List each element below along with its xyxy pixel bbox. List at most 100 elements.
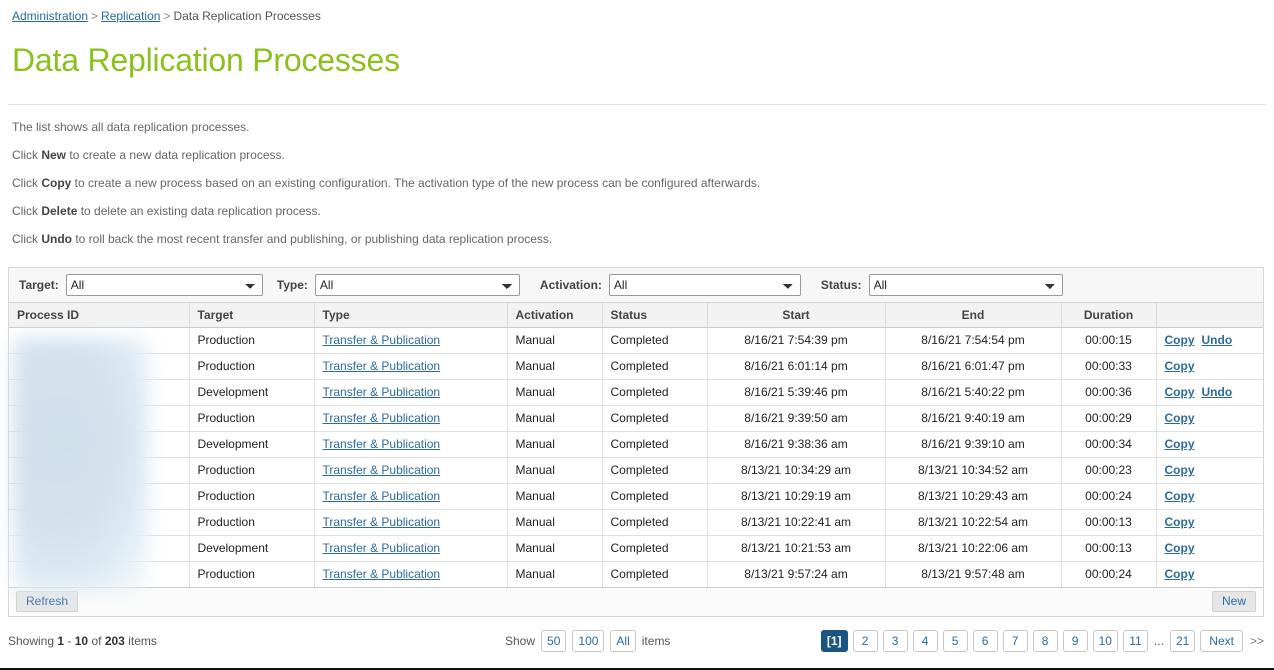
cell-process-id bbox=[9, 379, 190, 406]
filter-status-label: Status: bbox=[820, 278, 862, 292]
cell-actions: Copy Undo bbox=[1156, 327, 1263, 354]
action-copy-link[interactable]: Copy bbox=[1165, 411, 1195, 425]
cell-end: 8/13/21 9:57:48 am bbox=[885, 561, 1062, 588]
filter-target-select[interactable]: All bbox=[65, 274, 263, 296]
column-header-status[interactable]: Status bbox=[602, 303, 708, 328]
action-copy-link[interactable]: Copy bbox=[1165, 489, 1195, 503]
cell-actions: Copy bbox=[1156, 535, 1263, 562]
column-header-target[interactable]: Target bbox=[189, 303, 315, 328]
pagination: [1] 2 3 4 5 6 7 8 9 10 11... 21 Next >> bbox=[820, 629, 1264, 652]
new-button[interactable]: New bbox=[1211, 591, 1256, 612]
page-button-6[interactable]: 6 bbox=[972, 629, 998, 652]
cell-start: 8/13/21 10:22:41 am bbox=[707, 509, 886, 536]
breadcrumb-item-replication[interactable]: Replication bbox=[101, 9, 160, 23]
cell-type: Transfer & Publication bbox=[314, 405, 508, 432]
action-copy-link[interactable]: Copy bbox=[1165, 333, 1195, 347]
action-undo-link[interactable]: Undo bbox=[1202, 333, 1233, 347]
cell-process-id bbox=[9, 431, 190, 458]
filter-type-select[interactable]: All bbox=[314, 274, 520, 296]
next-page-button[interactable]: Next bbox=[1200, 629, 1243, 652]
process-type-link[interactable]: Transfer & Publication bbox=[323, 359, 441, 373]
table-row: Production Transfer & Publication Manual Co… bbox=[9, 509, 1263, 536]
description-text-tail: to create a new process based on an exis… bbox=[71, 176, 761, 190]
page-button-last[interactable]: 21 bbox=[1169, 629, 1196, 652]
cell-duration: 00:00:24 bbox=[1061, 483, 1157, 510]
page-button-8[interactable]: 8 bbox=[1032, 629, 1058, 652]
cell-end: 8/16/21 5:40:22 pm bbox=[885, 379, 1062, 406]
cell-process-id bbox=[9, 535, 190, 562]
cell-duration: 00:00:15 bbox=[1061, 327, 1157, 354]
action-copy-link[interactable]: Copy bbox=[1165, 567, 1195, 581]
page-button-4[interactable]: 4 bbox=[912, 629, 938, 652]
page-button-5[interactable]: 5 bbox=[942, 629, 968, 652]
column-header-activation[interactable]: Activation bbox=[507, 303, 603, 328]
column-header-process-id[interactable]: Process ID bbox=[9, 303, 190, 328]
table-body: Production Transfer & Publication Manual Co… bbox=[9, 327, 1263, 588]
description-line: Click Delete to delete an existing data … bbox=[12, 204, 1266, 218]
action-undo-link[interactable]: Undo bbox=[1202, 385, 1233, 399]
page-size-all[interactable]: All bbox=[610, 629, 636, 652]
cell-target: Production bbox=[189, 483, 315, 510]
showing-summary: Showing 1 - 10 of 203 items bbox=[8, 634, 157, 648]
page-button-10[interactable]: 10 bbox=[1092, 629, 1118, 652]
refresh-button[interactable]: Refresh bbox=[16, 591, 79, 612]
cell-activation: Manual bbox=[507, 483, 603, 510]
cell-start: 8/16/21 7:54:39 pm bbox=[707, 327, 886, 354]
page-button-11[interactable]: 11 bbox=[1122, 629, 1148, 652]
page-size-50[interactable]: 50 bbox=[541, 629, 567, 652]
page-button-2[interactable]: 2 bbox=[852, 629, 878, 652]
process-type-link[interactable]: Transfer & Publication bbox=[323, 515, 441, 529]
cell-duration: 00:00:29 bbox=[1061, 405, 1157, 432]
cell-activation: Manual bbox=[507, 509, 603, 536]
cell-status: Completed bbox=[602, 353, 708, 380]
table-row: Development Transfer & Publication Manual C… bbox=[9, 535, 1263, 562]
process-type-link[interactable]: Transfer & Publication bbox=[323, 333, 441, 347]
process-type-link[interactable]: Transfer & Publication bbox=[323, 411, 441, 425]
process-type-link[interactable]: Transfer & Publication bbox=[323, 541, 441, 555]
cell-type: Transfer & Publication bbox=[314, 561, 508, 588]
table-row: Production Transfer & Publication Manual Co… bbox=[9, 561, 1263, 588]
cell-end: 8/16/21 7:54:54 pm bbox=[885, 327, 1062, 354]
cell-actions: Copy bbox=[1156, 457, 1263, 484]
cell-end: 8/13/21 10:34:52 am bbox=[885, 457, 1062, 484]
column-header-duration[interactable]: Duration bbox=[1061, 303, 1157, 328]
action-copy-link[interactable]: Copy bbox=[1165, 359, 1195, 373]
cell-type: Transfer & Publication bbox=[314, 483, 508, 510]
breadcrumb-item-administration[interactable]: Administration bbox=[12, 9, 88, 23]
showing-from: 1 bbox=[57, 633, 65, 648]
action-copy-link[interactable]: Copy bbox=[1165, 437, 1195, 451]
breadcrumb-separator: > bbox=[163, 9, 171, 23]
process-type-link[interactable]: Transfer & Publication bbox=[323, 385, 441, 399]
filter-status-select[interactable]: All bbox=[868, 274, 1063, 296]
cell-duration: 00:00:36 bbox=[1061, 379, 1157, 406]
column-header-start[interactable]: Start bbox=[707, 303, 886, 328]
action-copy-link[interactable]: Copy bbox=[1165, 541, 1195, 555]
process-type-link[interactable]: Transfer & Publication bbox=[323, 463, 441, 477]
process-type-link[interactable]: Transfer & Publication bbox=[323, 437, 441, 451]
showing-to: 10 bbox=[74, 633, 89, 648]
table-row: Production Transfer & Publication Manual Co… bbox=[9, 457, 1263, 484]
filter-target: Target: All bbox=[19, 274, 263, 296]
filter-status: Status: All bbox=[821, 274, 1063, 296]
page-button-9[interactable]: 9 bbox=[1062, 629, 1088, 652]
column-header-type[interactable]: Type bbox=[314, 303, 508, 328]
cell-type: Transfer & Publication bbox=[314, 353, 508, 380]
breadcrumb: Administration > Replication > Data Replicat… bbox=[8, 0, 1266, 24]
last-page-arrow-icon[interactable]: >> bbox=[1248, 634, 1264, 648]
filter-activation-select[interactable]: All bbox=[608, 274, 801, 296]
page-button-1[interactable]: [1] bbox=[820, 629, 848, 652]
page-title: Data Replication Processes bbox=[12, 42, 400, 78]
cell-actions: Copy bbox=[1156, 509, 1263, 536]
cell-duration: 00:00:24 bbox=[1061, 561, 1157, 588]
action-copy-link[interactable]: Copy bbox=[1165, 385, 1195, 399]
process-type-link[interactable]: Transfer & Publication bbox=[323, 489, 441, 503]
table-row: Production Transfer & Publication Manual Co… bbox=[9, 405, 1263, 432]
action-copy-link[interactable]: Copy bbox=[1165, 463, 1195, 477]
page-button-3[interactable]: 3 bbox=[882, 629, 908, 652]
page-button-7[interactable]: 7 bbox=[1002, 629, 1028, 652]
page-size-100[interactable]: 100 bbox=[572, 629, 605, 652]
action-copy-link[interactable]: Copy bbox=[1165, 515, 1195, 529]
column-header-end[interactable]: End bbox=[885, 303, 1062, 328]
process-type-link[interactable]: Transfer & Publication bbox=[323, 567, 441, 581]
cell-actions: Copy Undo bbox=[1156, 379, 1263, 406]
